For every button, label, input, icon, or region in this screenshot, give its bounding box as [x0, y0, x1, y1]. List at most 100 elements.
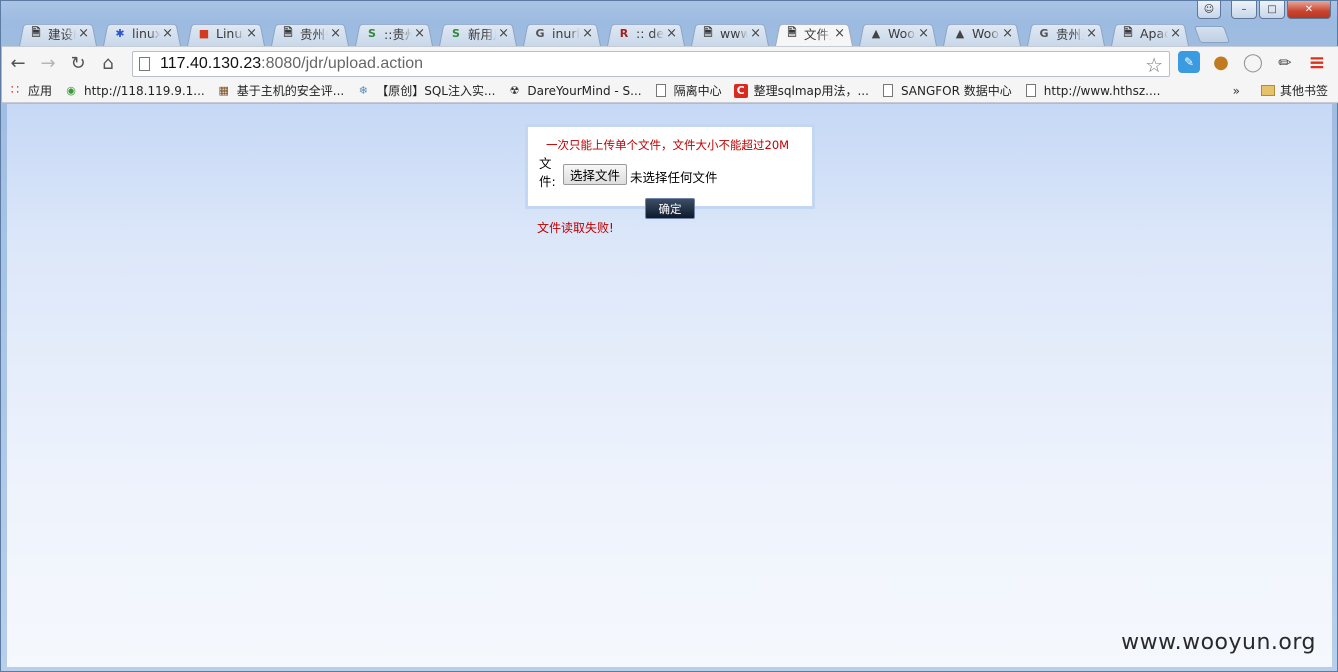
tab[interactable]: ▲ Woo ×: [937, 21, 1021, 46]
tab[interactable]: S 新用户 ×: [433, 21, 517, 46]
close-icon[interactable]: ×: [1002, 26, 1013, 41]
page-content: 一次只能上传单个文件，文件大小不能超过20M 文件: 选择文件 未选择任何文件 …: [7, 104, 1332, 667]
page-icon: [654, 84, 668, 98]
tab[interactable]: ▲ Woo ×: [853, 21, 937, 46]
close-icon[interactable]: ×: [162, 26, 173, 41]
reload-icon[interactable]: ↻: [64, 50, 92, 76]
url-host: 117.40.130.23: [160, 55, 262, 72]
tab[interactable]: S ::贵州 ×: [349, 21, 433, 46]
green-s-icon: S: [452, 27, 460, 40]
snowflake-icon: ❄: [358, 84, 368, 97]
bookmark-item[interactable]: ☢ DareYourMind - S...: [501, 84, 647, 98]
google-g-icon: G: [535, 27, 545, 40]
bookmark-item[interactable]: ❄ 【原创】SQL注入实...: [350, 82, 501, 99]
tab[interactable]: 🗎 www ×: [685, 21, 769, 46]
close-icon[interactable]: ×: [330, 26, 341, 41]
tab-title: inurl:: [552, 26, 580, 41]
bookmark-star-icon[interactable]: ☆: [1145, 53, 1163, 78]
error-message: 文件读取失败!: [537, 221, 614, 235]
bookmark-apps[interactable]: ∷ 应用: [2, 82, 58, 99]
tab[interactable]: 🗎 贵州省 ×: [265, 21, 349, 46]
red-r-icon: R: [619, 27, 629, 40]
google-g-icon: G: [1039, 27, 1049, 40]
window-controls: ☺ – □ ✕: [1197, 1, 1331, 21]
apps-grid-icon: ∷: [10, 83, 20, 98]
tab[interactable]: G 贵州乡 ×: [1021, 21, 1105, 46]
tab-title: Linux: [216, 26, 244, 41]
back-arrow-icon[interactable]: ←: [4, 50, 32, 76]
bookmark-item[interactable]: http://www.hthsz....: [1018, 84, 1167, 98]
close-icon[interactable]: ×: [498, 26, 509, 41]
tab-strip: 🗎 建设F × ✱ linux × ■ Linux × 🗎 贵州省 × S ::…: [13, 21, 1231, 46]
close-icon[interactable]: ×: [78, 26, 89, 41]
tab-title: 建设F: [48, 27, 76, 42]
folder-icon: [1260, 85, 1275, 96]
close-icon[interactable]: ×: [750, 26, 761, 41]
bookmark-label: 应用: [28, 84, 53, 98]
other-bookmarks[interactable]: 其他书签: [1260, 82, 1328, 99]
page-icon: 🗎: [1123, 26, 1133, 39]
brown-grid-icon: ▦: [218, 84, 229, 97]
watermark: www.wooyun.org: [1121, 630, 1316, 655]
close-icon[interactable]: ×: [1170, 26, 1181, 41]
bookmark-item[interactable]: C 整理sqlmap用法，...: [728, 82, 875, 99]
close-icon[interactable]: ×: [582, 26, 593, 41]
bookmark-item[interactable]: SANGFOR 数据中心: [875, 82, 1018, 99]
page-icon: [1024, 84, 1038, 98]
bookmark-item[interactable]: ◉ http://118.119.9.1...: [58, 84, 211, 98]
pen-icon[interactable]: ✏: [1274, 51, 1296, 73]
tab-title: 新用户: [468, 27, 496, 42]
tab[interactable]: ■ Linux ×: [181, 21, 265, 46]
bookmark-label: SANGFOR 数据中心: [900, 84, 1012, 98]
close-icon[interactable]: ×: [414, 26, 425, 41]
cookie-icon[interactable]: ●: [1210, 51, 1232, 73]
radiation-icon: ☢: [509, 84, 520, 97]
bookmark-label: 基于主机的安全评...: [236, 84, 345, 98]
upload-form: 一次只能上传单个文件，文件大小不能超过20M 文件: 选择文件 未选择任何文件: [525, 124, 815, 209]
bookmarks-overflow-button[interactable]: »: [1233, 84, 1240, 98]
maximize-button[interactable]: □: [1259, 1, 1285, 19]
green-s-icon: S: [368, 27, 376, 40]
new-tab-button[interactable]: [1193, 26, 1231, 43]
bookmarks-bar: ∷ 应用 ◉ http://118.119.9.1... ▦ 基于主机的安全评.…: [2, 79, 1338, 103]
close-icon[interactable]: ×: [918, 26, 929, 41]
close-button[interactable]: ✕: [1287, 1, 1331, 19]
address-bar[interactable]: 117.40.130.23:8080/jdr/upload.action ☆: [132, 51, 1170, 77]
close-icon[interactable]: ×: [246, 26, 257, 41]
menu-icon[interactable]: ≡: [1306, 50, 1328, 74]
tab-title: Woo: [888, 26, 915, 41]
forward-arrow-icon[interactable]: →: [34, 50, 62, 76]
tab-title: linux: [132, 26, 161, 41]
close-icon[interactable]: ×: [834, 26, 845, 41]
tab-title: 文件上: [804, 27, 832, 42]
tab[interactable]: 🗎 建设F ×: [13, 21, 97, 46]
bookmark-label: DareYourMind - S...: [527, 83, 642, 98]
page-icon: 🗎: [703, 26, 713, 39]
page-icon: 🗎: [31, 26, 41, 39]
tab-active[interactable]: 🗎 文件上 ×: [769, 21, 853, 46]
tab[interactable]: ✱ linux ×: [97, 21, 181, 46]
tab-title: ::贵州: [384, 27, 413, 42]
tab[interactable]: G inurl: ×: [517, 21, 601, 46]
extension-blue-icon[interactable]: ✎: [1178, 51, 1200, 73]
bookmark-item[interactable]: ▦ 基于主机的安全评...: [211, 82, 350, 99]
circle-icon[interactable]: ◯: [1242, 51, 1264, 73]
close-icon[interactable]: ×: [1086, 26, 1097, 41]
user-profile-icon[interactable]: ☺: [1197, 1, 1221, 19]
close-icon[interactable]: ×: [666, 26, 677, 41]
browser-window: ☺ – □ ✕ 🗎 建设F × ✱ linux × ■ Linux × 🗎 贵州…: [0, 0, 1338, 672]
minimize-button[interactable]: –: [1231, 1, 1257, 19]
file-label: 文件:: [539, 156, 556, 189]
page-icon: [881, 84, 895, 98]
page-icon: 🗎: [787, 26, 797, 39]
bookmark-label: http://www.hthsz....: [1043, 83, 1161, 98]
tab-title: Woo: [972, 26, 999, 41]
confirm-button[interactable]: 确定: [645, 198, 695, 219]
choose-file-button[interactable]: 选择文件: [563, 164, 628, 185]
tab[interactable]: R :: dev ×: [601, 21, 685, 46]
bookmark-label: 【原创】SQL注入实...: [376, 84, 496, 98]
bookmark-item[interactable]: 隔离中心: [648, 82, 728, 99]
extension-icons: ✎ ● ◯ ✏ ≡: [1178, 50, 1328, 74]
tab[interactable]: 🗎 Apac ×: [1105, 21, 1189, 46]
home-icon[interactable]: ⌂: [94, 50, 122, 76]
